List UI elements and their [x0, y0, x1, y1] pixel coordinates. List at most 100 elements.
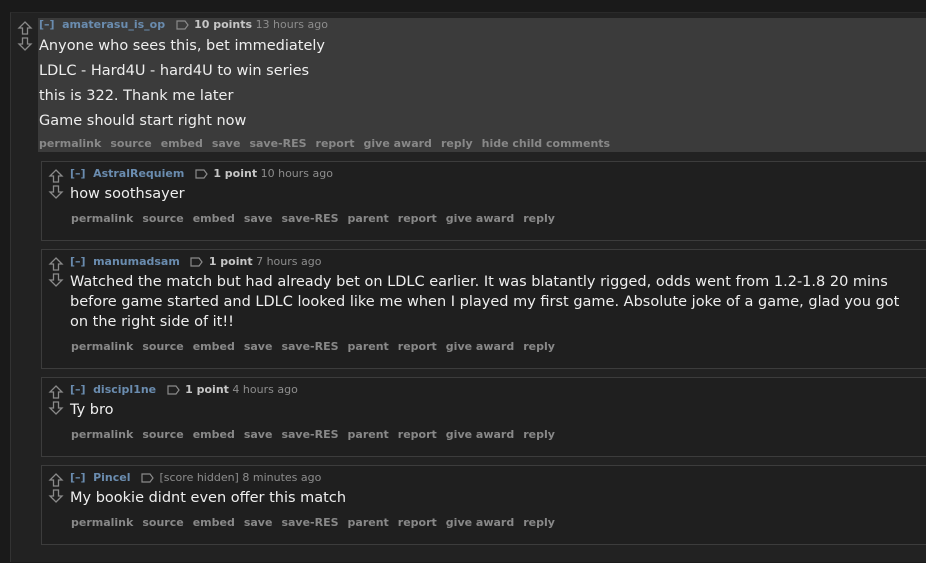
action-source[interactable]: source [110, 137, 151, 150]
tag-icon[interactable] [175, 20, 189, 34]
action-permalink[interactable]: permalink [71, 212, 133, 225]
action-parent[interactable]: parent [348, 428, 389, 441]
action-report[interactable]: report [398, 516, 437, 529]
comment-actions: permalink source embed save save-RES parent re… [71, 428, 564, 441]
comment-score: 1 point [185, 383, 229, 396]
comment-tagline: [–] Pincel [score hidden] 8 minutes ago [70, 471, 321, 487]
comment-body: My bookie didnt even offer this match [70, 490, 347, 506]
vote-arrows [48, 384, 64, 416]
comment-tagline: [–] amaterasu_is_op 10 points 13 hours a… [39, 18, 328, 34]
upvote-arrow-icon[interactable] [48, 384, 64, 400]
upvote-arrow-icon[interactable] [48, 472, 64, 488]
comment-tagline: [–] AstralRequiem 1 point 10 hours ago [70, 167, 333, 183]
comment-child: [–] Pincel [score hidden] 8 minutes ago … [41, 465, 926, 545]
comment-actions: permalink source embed save save-RES report gi… [39, 137, 619, 150]
comment-score-hidden: [score hidden] [159, 471, 239, 484]
action-give-award[interactable]: give award [446, 428, 514, 441]
action-reply[interactable]: reply [523, 212, 555, 225]
action-embed[interactable]: embed [193, 340, 235, 353]
action-embed[interactable]: embed [161, 137, 203, 150]
collapse-toggle[interactable]: [–] [70, 471, 86, 484]
action-report[interactable]: report [398, 428, 437, 441]
action-permalink[interactable]: permalink [71, 428, 133, 441]
vote-arrows [48, 256, 64, 288]
action-save[interactable]: save [212, 137, 241, 150]
tag-icon[interactable] [167, 385, 180, 399]
action-give-award[interactable]: give award [446, 340, 514, 353]
action-report[interactable]: report [316, 137, 355, 150]
comment-time: 7 hours ago [256, 255, 322, 268]
comment-time: 8 minutes ago [242, 471, 322, 484]
action-save-res[interactable]: save-RES [281, 516, 338, 529]
comment-author[interactable]: AstralRequiem [93, 167, 184, 180]
action-source[interactable]: source [142, 516, 183, 529]
action-save[interactable]: save [244, 212, 273, 225]
collapse-toggle[interactable]: [–] [70, 383, 86, 396]
downvote-arrow-icon[interactable] [48, 400, 64, 416]
upvote-arrow-icon[interactable] [17, 20, 33, 36]
action-give-award[interactable]: give award [446, 212, 514, 225]
comment-child: [–] discipl1ne 1 point 4 hours ago Ty br… [41, 377, 926, 457]
downvote-arrow-icon[interactable] [48, 272, 64, 288]
action-report[interactable]: report [398, 212, 437, 225]
action-parent[interactable]: parent [348, 340, 389, 353]
comment-score: 1 point [213, 167, 258, 180]
action-reply[interactable]: reply [441, 137, 473, 150]
comment-author[interactable]: amaterasu_is_op [62, 18, 165, 31]
action-reply[interactable]: reply [523, 428, 555, 441]
action-parent[interactable]: parent [348, 516, 389, 529]
downvote-arrow-icon[interactable] [48, 184, 64, 200]
action-embed[interactable]: embed [193, 212, 235, 225]
action-give-award[interactable]: give award [446, 516, 514, 529]
comment-tagline: [–] discipl1ne 1 point 4 hours ago [70, 383, 298, 399]
comment-body: how soothsayer [70, 186, 185, 202]
action-save[interactable]: save [244, 340, 273, 353]
action-permalink[interactable]: permalink [71, 516, 133, 529]
collapse-toggle[interactable]: [–] [70, 255, 86, 268]
action-permalink[interactable]: permalink [39, 137, 101, 150]
upvote-arrow-icon[interactable] [48, 256, 64, 272]
comment-actions: permalink source embed save save-RES parent re… [71, 212, 564, 225]
action-save[interactable]: save [244, 428, 273, 441]
vote-arrows [48, 168, 64, 200]
collapse-toggle[interactable]: [–] [70, 167, 86, 180]
comment-actions: permalink source embed save save-RES parent re… [71, 340, 564, 353]
comment-score: 10 points [194, 18, 253, 31]
action-permalink[interactable]: permalink [71, 340, 133, 353]
comment-child: [–] manumadsam 1 point 7 hours ago Watch… [41, 249, 926, 369]
action-source[interactable]: source [142, 340, 183, 353]
comment-author[interactable]: Pincel [93, 471, 130, 484]
tag-icon[interactable] [141, 473, 154, 487]
comment-line: Anyone who sees this, bet immediately [39, 38, 325, 54]
comment-thread: [–] amaterasu_is_op 10 points 13 hours a… [10, 12, 926, 562]
comment-line: LDLC - Hard4U - hard4U to win series [39, 63, 310, 79]
downvote-arrow-icon[interactable] [17, 36, 33, 52]
action-reply[interactable]: reply [523, 516, 555, 529]
comment-author[interactable]: manumadsam [93, 255, 180, 268]
comment-body: Ty bro [70, 402, 114, 418]
action-source[interactable]: source [142, 212, 183, 225]
action-save[interactable]: save [244, 516, 273, 529]
action-save-res[interactable]: save-RES [281, 212, 338, 225]
action-give-award[interactable]: give award [364, 137, 432, 150]
action-report[interactable]: report [398, 340, 437, 353]
tag-icon[interactable] [195, 169, 208, 183]
action-save-res[interactable]: save-RES [281, 428, 338, 441]
action-source[interactable]: source [142, 428, 183, 441]
comment-line: Game should start right now [39, 113, 247, 129]
comment-time: 13 hours ago [255, 18, 328, 31]
comment-author[interactable]: discipl1ne [93, 383, 156, 396]
vote-arrows [17, 20, 33, 52]
action-embed[interactable]: embed [193, 428, 235, 441]
upvote-arrow-icon[interactable] [48, 168, 64, 184]
downvote-arrow-icon[interactable] [48, 488, 64, 504]
tag-icon[interactable] [190, 257, 204, 271]
collapse-toggle[interactable]: [–] [39, 18, 55, 31]
action-save-res[interactable]: save-RES [281, 340, 338, 353]
action-reply[interactable]: reply [523, 340, 555, 353]
action-save-res[interactable]: save-RES [249, 137, 306, 150]
comment-score: 1 point [208, 255, 253, 268]
action-parent[interactable]: parent [348, 212, 389, 225]
action-hide-child-comments[interactable]: hide child comments [482, 137, 610, 150]
action-embed[interactable]: embed [193, 516, 235, 529]
